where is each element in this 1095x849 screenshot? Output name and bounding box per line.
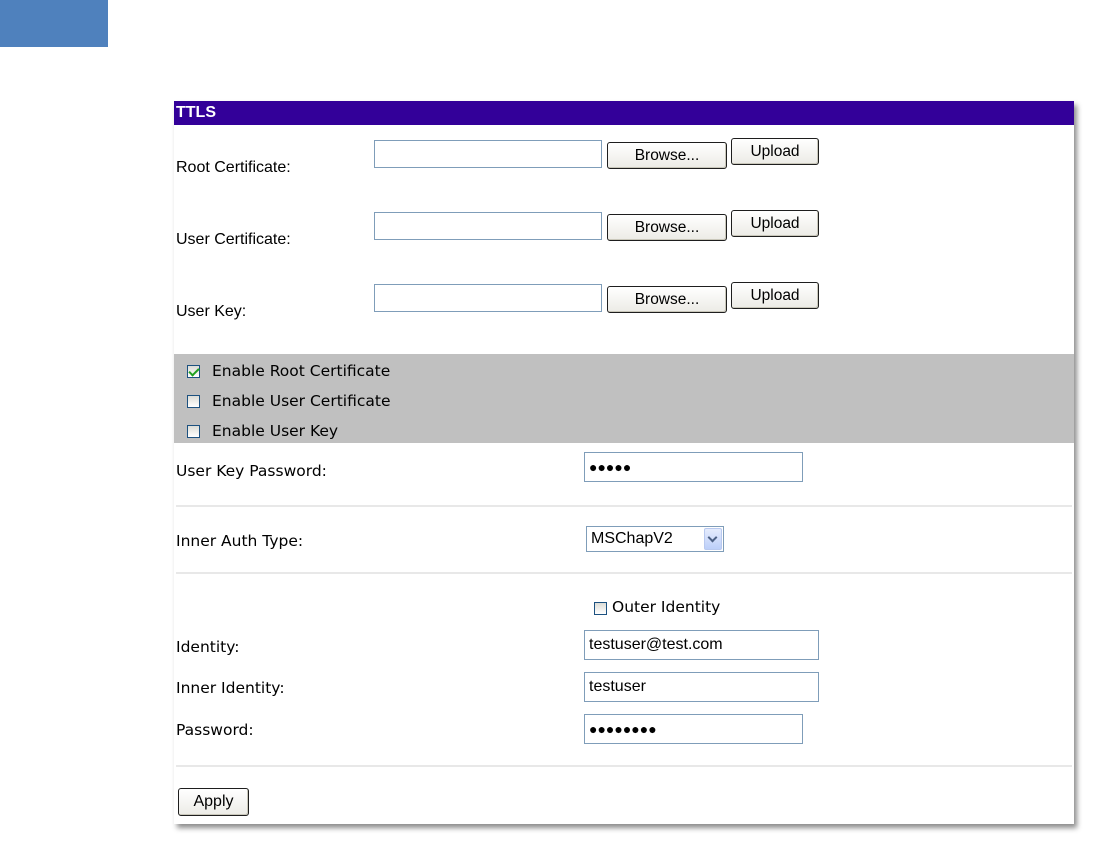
password-input[interactable]: ●●●●●●●● (584, 714, 803, 744)
user-certificate-file-input[interactable] (374, 212, 602, 240)
corner-decoration (0, 0, 108, 47)
identity-input[interactable]: testuser@test.com (584, 630, 819, 660)
root-certificate-upload-button[interactable]: Upload (731, 138, 819, 165)
inner-auth-type-value: MSChapV2 (591, 530, 673, 547)
enable-root-certificate-label: Enable Root Certificate (212, 362, 391, 380)
user-key-upload-button[interactable]: Upload (731, 282, 819, 309)
divider (176, 765, 1072, 767)
user-key-file-input[interactable] (374, 284, 602, 312)
inner-identity-input[interactable]: testuser (584, 672, 819, 702)
root-certificate-label: Root Certificate: (176, 159, 291, 176)
divider (176, 572, 1072, 574)
panel-title: TTLS (174, 101, 1074, 125)
root-certificate-browse-button[interactable]: Browse... (607, 142, 727, 169)
user-certificate-upload-button[interactable]: Upload (731, 210, 819, 237)
outer-identity-checkbox[interactable] (594, 602, 607, 615)
enable-user-certificate-label: Enable User Certificate (212, 392, 391, 410)
identity-label: Identity: (176, 638, 240, 656)
outer-identity-label: Outer Identity (612, 598, 721, 616)
user-key-label: User Key: (176, 303, 247, 320)
ttls-panel: TTLS Root Certificate: Browse... Upload … (174, 101, 1074, 824)
enable-user-certificate-checkbox[interactable] (187, 395, 200, 408)
apply-button[interactable]: Apply (178, 788, 249, 816)
inner-auth-type-label: Inner Auth Type: (176, 532, 304, 550)
enable-user-key-checkbox[interactable] (187, 425, 200, 438)
user-key-browse-button[interactable]: Browse... (607, 286, 727, 313)
inner-auth-type-select[interactable]: MSChapV2 (586, 526, 724, 552)
user-key-password-label: User Key Password: (176, 462, 327, 480)
inner-identity-label: Inner Identity: (176, 679, 285, 697)
password-label: Password: (176, 721, 254, 739)
user-certificate-label: User Certificate: (176, 231, 291, 248)
chevron-down-icon[interactable] (704, 528, 722, 550)
user-certificate-browse-button[interactable]: Browse... (607, 214, 727, 241)
enable-root-certificate-checkbox[interactable] (187, 365, 200, 378)
divider (176, 505, 1072, 507)
root-certificate-file-input[interactable] (374, 140, 602, 168)
enable-user-key-label: Enable User Key (212, 422, 339, 440)
user-key-password-input[interactable]: ●●●●● (584, 452, 803, 482)
